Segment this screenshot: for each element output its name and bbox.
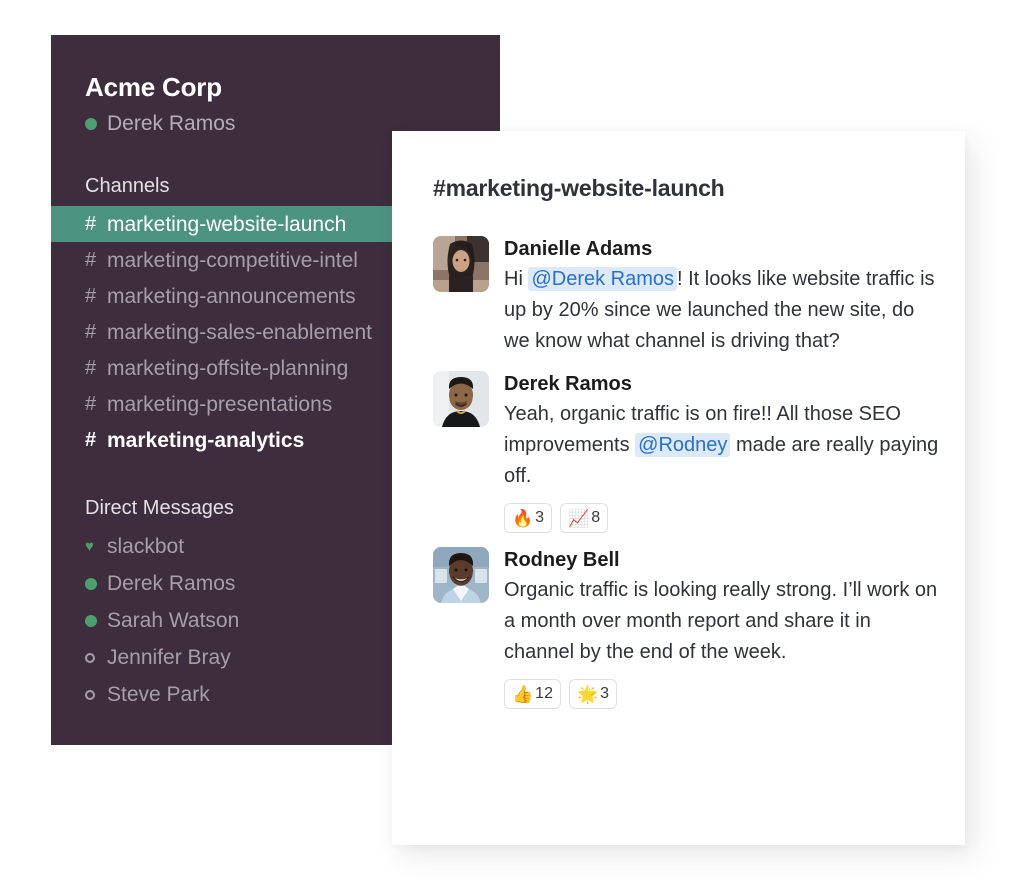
current-user-row[interactable]: Derek Ramos xyxy=(85,113,235,134)
user-mention[interactable]: @Derek Ramos xyxy=(528,267,678,291)
message-item: Rodney Bell Organic traffic is looking re… xyxy=(433,547,945,709)
dm-name-label: Sarah Watson xyxy=(107,609,240,632)
thumbs-up-emoji: 👍 xyxy=(512,684,534,704)
message-item: Danielle Adams Hi @Derek Ramos! It looks … xyxy=(433,236,945,357)
fire-emoji: 🔥 xyxy=(512,508,534,528)
reaction-pill[interactable]: 📈 8 xyxy=(560,503,609,533)
channel-title: #marketing-website-launch xyxy=(433,175,725,201)
hash-icon: # xyxy=(85,212,97,235)
hash-icon: # xyxy=(85,392,97,415)
dm-name-label: Jennifer Bray xyxy=(107,646,231,669)
dm-name-label: slackbot xyxy=(107,535,185,558)
dm-name-label: Derek Ramos xyxy=(107,572,236,595)
user-mention[interactable]: @Rodney xyxy=(635,433,731,457)
message-text: Organic traffic is looking really strong… xyxy=(504,575,945,668)
presence-offline-icon xyxy=(85,689,107,700)
message-body: Rodney Bell Organic traffic is looking re… xyxy=(504,547,945,709)
message-list: Danielle Adams Hi @Derek Ramos! It looks … xyxy=(433,236,945,723)
reaction-count: 3 xyxy=(535,509,545,526)
current-user-name: Derek Ramos xyxy=(107,112,236,135)
message-body: Danielle Adams Hi @Derek Ramos! It looks … xyxy=(504,236,945,357)
hash-icon: # xyxy=(85,428,97,451)
glowing-star-emoji: 🌟 xyxy=(576,684,599,704)
channel-name-label: marketing-presentations xyxy=(107,392,333,416)
message-author[interactable]: Rodney Bell xyxy=(504,548,945,573)
reaction-pill[interactable]: 🔥 3 xyxy=(504,503,553,533)
dm-name-label: Steve Park xyxy=(107,683,210,706)
reaction-count: 8 xyxy=(591,509,601,526)
reaction-pill[interactable]: 🌟 3 xyxy=(568,679,618,709)
message-text: Hi @Derek Ramos! It looks like website t… xyxy=(504,264,945,357)
message-text-run: Organic traffic is looking really strong… xyxy=(504,579,938,663)
channel-name-label: marketing-analytics xyxy=(107,428,305,452)
presence-online-icon xyxy=(85,117,97,130)
message-body: Derek Ramos Yeah, organic traffic is on f… xyxy=(504,371,945,533)
hash-icon: # xyxy=(85,248,97,271)
presence-offline-icon xyxy=(85,652,107,663)
message-author[interactable]: Derek Ramos xyxy=(504,372,945,397)
slack-mockup-root: Acme Corp Derek Ramos Channels # marketin… xyxy=(0,0,1024,882)
heart-presence-icon: ♥ xyxy=(85,538,94,555)
channel-name-label: marketing-competitive-intel xyxy=(107,248,358,272)
channel-name-label: marketing-sales-enablement xyxy=(107,320,372,344)
presence-online-icon xyxy=(85,577,107,590)
chart-increasing-emoji: 📈 xyxy=(568,508,590,528)
avatar-danielle-adams[interactable] xyxy=(433,236,489,292)
hash-icon: # xyxy=(85,284,97,307)
channel-name-label: marketing-announcements xyxy=(107,284,356,308)
channels-section-header: Channels xyxy=(85,175,170,197)
message-item: Derek Ramos Yeah, organic traffic is on f… xyxy=(433,371,945,533)
direct-messages-section-header: Direct Messages xyxy=(85,497,234,519)
workspace-title: Acme Corp xyxy=(85,72,222,102)
message-author[interactable]: Danielle Adams xyxy=(504,237,945,262)
reaction-count: 12 xyxy=(535,685,553,702)
avatar-derek-ramos[interactable] xyxy=(433,371,489,427)
message-panel: #marketing-website-launch Danielle Adams… xyxy=(392,131,965,845)
hash-icon: # xyxy=(85,320,97,343)
hash-icon: # xyxy=(85,356,97,379)
reaction-bar: 👍 12 🌟 3 xyxy=(504,679,945,709)
avatar-rodney-bell[interactable] xyxy=(433,547,489,603)
channel-name-label: marketing-offsite-planning xyxy=(107,356,349,380)
reaction-bar: 🔥 3 📈 8 xyxy=(504,503,945,533)
reaction-count: 3 xyxy=(600,685,610,702)
message-text-run: Hi xyxy=(504,268,529,290)
channel-name-label: marketing-website-launch xyxy=(107,212,347,236)
reaction-pill[interactable]: 👍 12 xyxy=(504,679,561,709)
message-text: Yeah, organic traffic is on fire!! All t… xyxy=(504,399,945,492)
presence-online-icon xyxy=(85,614,107,627)
